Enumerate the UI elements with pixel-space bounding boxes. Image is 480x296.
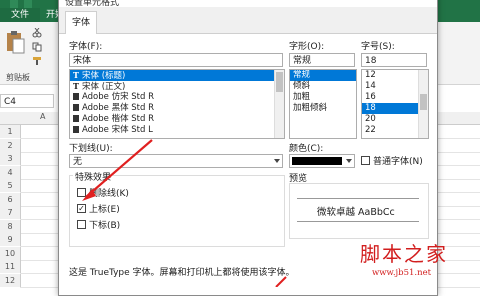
watermark-url: www.jb51.net <box>372 268 432 278</box>
watermark-logo: 脚本之家 <box>360 242 448 266</box>
